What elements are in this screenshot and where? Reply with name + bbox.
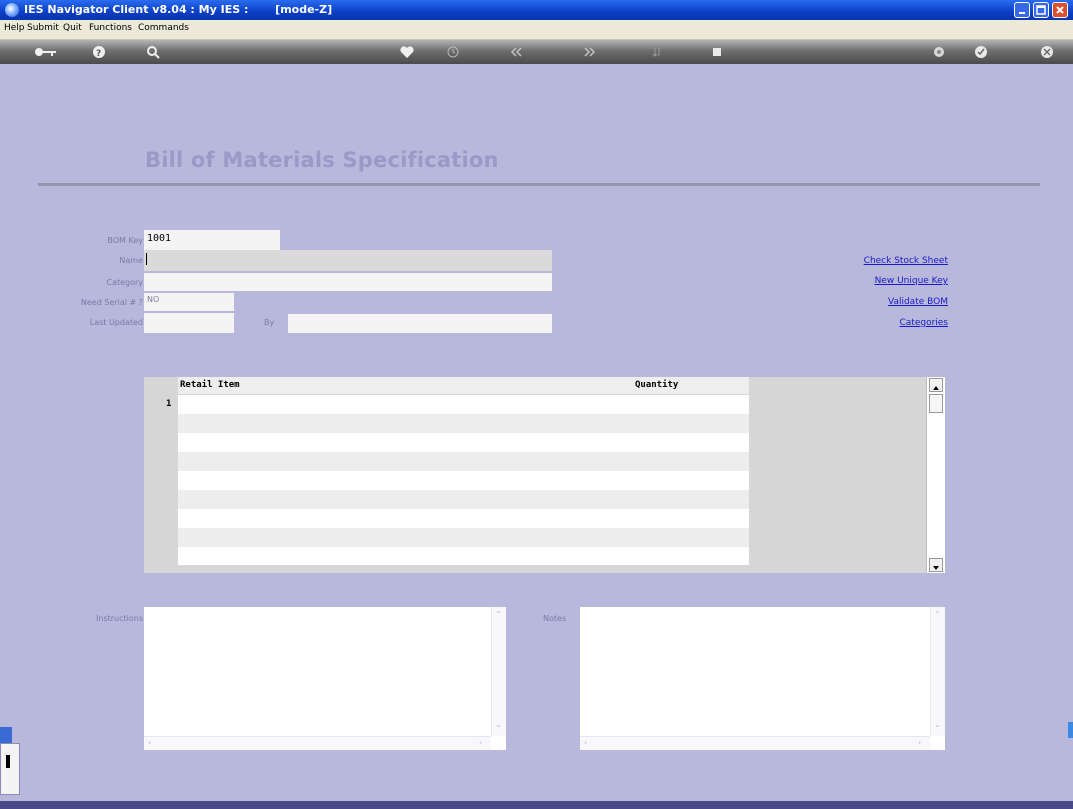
maximize-icon[interactable] xyxy=(1033,2,1049,18)
key-icon[interactable] xyxy=(32,42,56,62)
svg-text:?: ? xyxy=(96,49,101,59)
need-serial-field[interactable]: NO xyxy=(144,293,234,311)
items-grid: Retail Item Quantity 1 xyxy=(144,377,945,573)
table-row[interactable] xyxy=(178,433,749,452)
first-icon[interactable] xyxy=(506,42,528,62)
check-stock-sheet-link[interactable]: Check Stock Sheet xyxy=(864,256,948,266)
app-window: IES Navigator Client v8.04 : My IES : [m… xyxy=(0,0,1073,809)
notes-label: Notes xyxy=(543,614,567,623)
scroll-right-icon[interactable]: › xyxy=(918,738,921,747)
validate-bom-link[interactable]: Validate BOM xyxy=(888,297,948,307)
notes-vscroll[interactable]: ⌃ ⌄ xyxy=(930,607,945,736)
notes-textarea[interactable]: ⌃ ⌄ ‹ › xyxy=(580,607,945,750)
scroll-down-icon[interactable] xyxy=(929,558,943,572)
search-icon[interactable] xyxy=(142,42,164,62)
window-title: IES Navigator Client v8.04 : My IES : [m… xyxy=(24,3,333,16)
instructions-textarea[interactable]: ⌃ ⌄ ‹ › xyxy=(144,607,506,750)
category-field[interactable] xyxy=(144,273,552,291)
col-quantity[interactable]: Quantity xyxy=(635,380,678,390)
bom-key-field[interactable]: 1001 xyxy=(144,230,280,250)
last-icon[interactable] xyxy=(578,42,600,62)
instructions-vscroll[interactable]: ⌃ ⌄ xyxy=(491,607,506,736)
exit-icon[interactable] xyxy=(1036,42,1058,62)
side-tab-glyph xyxy=(6,755,10,768)
name-field[interactable] xyxy=(144,250,552,271)
category-label: Category xyxy=(106,278,143,287)
close-icon[interactable] xyxy=(1052,2,1068,18)
sort-icon[interactable] xyxy=(646,42,668,62)
menu-help[interactable]: Help xyxy=(4,23,25,33)
menu-commands[interactable]: Commands xyxy=(138,23,189,33)
bom-key-label: BOM Key xyxy=(107,236,143,245)
text-cursor xyxy=(146,253,147,265)
title-bar[interactable]: IES Navigator Client v8.04 : My IES : [m… xyxy=(0,0,1073,20)
title-divider xyxy=(38,183,1040,186)
scroll-up-icon[interactable]: ⌃ xyxy=(495,610,502,619)
notes-hscroll[interactable]: ‹ › xyxy=(580,736,930,750)
right-edge-marker xyxy=(1068,722,1073,738)
by-field[interactable] xyxy=(288,314,552,333)
side-tab-header xyxy=(0,727,12,743)
scroll-down-icon[interactable]: ⌄ xyxy=(495,720,502,729)
scroll-thumb[interactable] xyxy=(929,394,943,413)
new-unique-key-link[interactable]: New Unique Key xyxy=(875,276,948,286)
last-updated-label: Last Updated xyxy=(89,318,143,327)
heart-icon[interactable] xyxy=(396,42,418,62)
grid-header: Retail Item Quantity xyxy=(178,377,749,394)
last-updated-field[interactable] xyxy=(144,313,234,333)
stop-icon[interactable] xyxy=(706,42,728,62)
side-panel-tab[interactable] xyxy=(0,727,21,797)
by-label: By xyxy=(264,318,275,327)
record-icon[interactable] xyxy=(928,42,950,62)
row-gutter xyxy=(144,377,178,573)
instructions-label: Instructions xyxy=(96,614,143,623)
name-label: Name xyxy=(119,256,143,265)
menu-functions[interactable]: Functions xyxy=(89,23,132,33)
table-row[interactable] xyxy=(178,490,749,509)
instructions-hscroll[interactable]: ‹ › xyxy=(144,736,491,750)
menu-submit[interactable]: Submit xyxy=(27,23,59,33)
table-row[interactable] xyxy=(178,509,749,528)
scroll-up-icon[interactable] xyxy=(929,378,943,392)
help-icon[interactable]: ? xyxy=(88,42,110,62)
row-number: 1 xyxy=(166,399,172,409)
ok-icon[interactable] xyxy=(970,42,992,62)
clock-icon[interactable] xyxy=(442,42,464,62)
minimize-icon[interactable] xyxy=(1014,2,1030,18)
toolbar: ? xyxy=(0,40,1073,64)
need-serial-label: Need Serial # ? xyxy=(80,298,143,307)
categories-link[interactable]: Categories xyxy=(899,318,948,328)
scroll-up-icon[interactable]: ⌃ xyxy=(934,610,941,619)
menu-quit[interactable]: Quit xyxy=(63,23,82,33)
scroll-down-icon[interactable]: ⌄ xyxy=(934,720,941,729)
table-row[interactable] xyxy=(178,395,749,414)
side-tab-body xyxy=(0,743,20,795)
bottom-border xyxy=(0,801,1073,809)
grid-scrollbar[interactable] xyxy=(926,377,945,573)
menu-bar: Help Submit Quit Functions Commands xyxy=(0,20,1073,40)
app-icon xyxy=(5,3,19,17)
table-row[interactable] xyxy=(178,452,749,471)
page-title: Bill of Materials Specification xyxy=(145,148,499,172)
table-row[interactable] xyxy=(178,471,749,490)
table-row[interactable] xyxy=(178,547,749,565)
table-row[interactable] xyxy=(178,414,749,433)
scroll-left-icon[interactable]: ‹ xyxy=(148,738,151,747)
scroll-right-icon[interactable]: › xyxy=(479,738,482,747)
grid-side-panel xyxy=(750,377,926,573)
col-retail-item[interactable]: Retail Item xyxy=(180,380,240,390)
table-row[interactable] xyxy=(178,528,749,547)
scroll-left-icon[interactable]: ‹ xyxy=(584,738,587,747)
